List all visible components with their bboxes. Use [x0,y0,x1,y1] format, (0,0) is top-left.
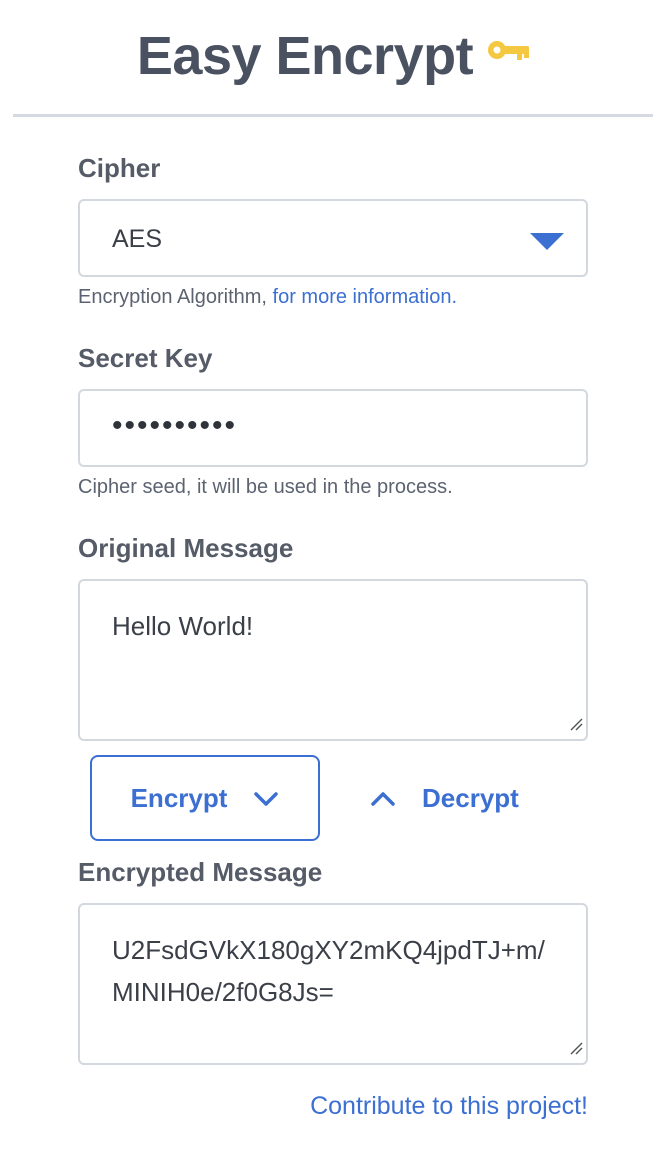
secret-key-hint: Cipher seed, it will be used in the proc… [78,476,453,498]
decrypt-button-label: Decrypt [422,782,519,813]
header-divider [13,114,653,117]
cipher-select[interactable]: AES [78,199,588,277]
chevron-down-icon [253,783,279,814]
cipher-selected-value: AES [112,225,163,253]
cipher-info-link[interactable]: for more information. [273,286,458,308]
secret-key-value: •••••••••• [112,409,238,442]
original-message-text: Hello World! [112,611,254,641]
cipher-hint: Encryption Algorithm, for more informati… [78,286,457,309]
caret-down-icon [530,233,564,256]
secret-key-input[interactable]: •••••••••• [78,389,588,467]
encrypted-message-label: Encrypted Message [78,857,323,887]
app-header: Easy Encrypt [0,0,668,112]
encrypted-message-text: U2FsdGVkX180gXY2mKQ4jpdTJ+m/MINIH0e/2f0G… [112,935,545,1007]
cipher-hint-text: Encryption Algorithm, [78,286,273,308]
original-message-label: Original Message [78,533,294,563]
encrypt-button[interactable]: Encrypt [90,755,320,841]
cipher-label: Cipher [78,153,161,183]
encrypt-button-label: Encrypt [130,782,228,813]
chevron-up-icon [370,783,396,814]
page-title: Easy Encrypt [136,26,474,86]
resize-grip-icon[interactable] [569,717,583,736]
decrypt-button[interactable]: Decrypt [370,755,570,841]
secret-key-label: Secret Key [78,343,213,373]
contribute-link[interactable]: Contribute to this project! [310,1092,588,1121]
resize-grip-icon[interactable] [569,1041,583,1060]
encrypted-message-textarea[interactable]: U2FsdGVkX180gXY2mKQ4jpdTJ+m/MINIH0e/2f0G… [78,903,588,1065]
original-message-textarea[interactable]: Hello World! [78,579,588,741]
key-icon [487,38,531,62]
